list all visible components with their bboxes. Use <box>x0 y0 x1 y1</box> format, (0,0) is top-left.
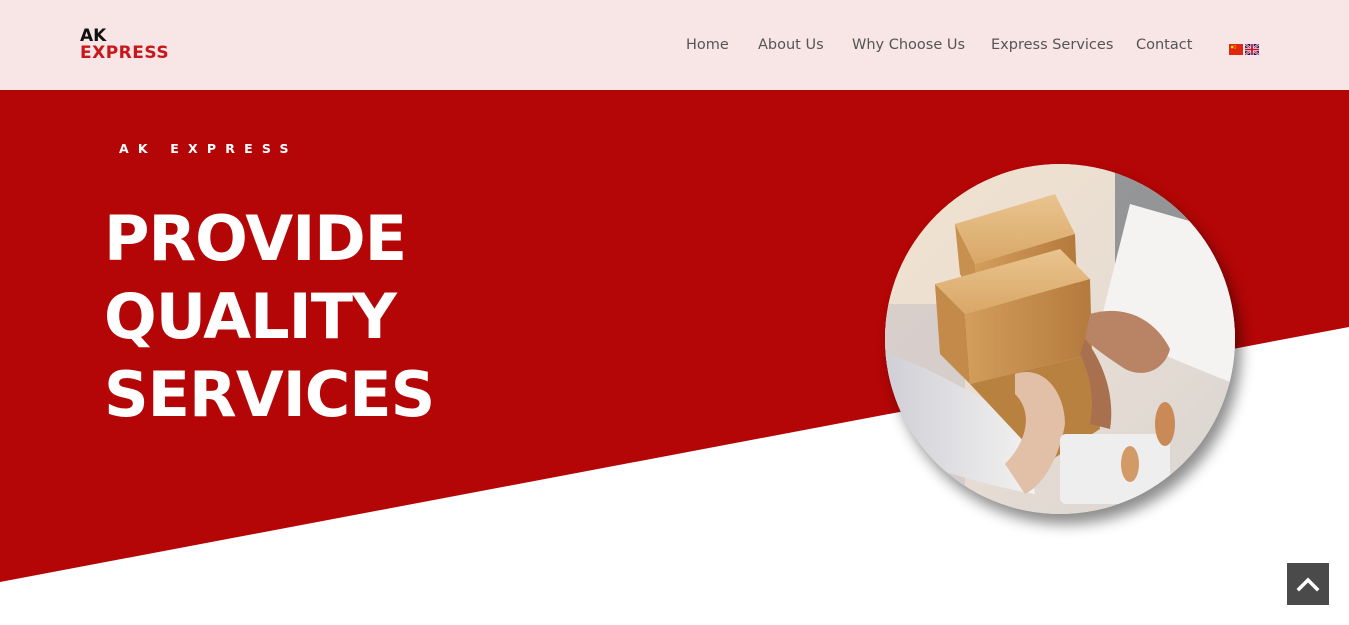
nav-home[interactable]: Home <box>686 37 729 53</box>
site-header: AK EXPRESS Home About Us Why Choose Us E… <box>0 0 1349 90</box>
uk-flag-icon[interactable] <box>1244 42 1260 56</box>
china-flag-icon[interactable] <box>1229 42 1243 55</box>
chevron-up-icon <box>1296 577 1320 592</box>
nav-why-choose-us[interactable]: Why Choose Us <box>852 37 965 53</box>
package-handover-photo <box>885 164 1235 514</box>
hero-title-line-2: QUALITY <box>104 280 397 353</box>
hero-section: AK EXPRESS PROVIDE QUALITY SERVICES <box>0 90 1349 625</box>
nav-express-services[interactable]: Express Services <box>991 37 1113 53</box>
hero-title: PROVIDE QUALITY SERVICES <box>104 200 624 434</box>
hero-title-line-1: PROVIDE <box>104 202 407 275</box>
hero-title-line-3: SERVICES <box>104 358 435 431</box>
hero-kicker: AK EXPRESS <box>119 141 298 156</box>
logo-line-2: EXPRESS <box>80 43 170 63</box>
nav-contact[interactable]: Contact <box>1136 37 1192 53</box>
nav-about-us[interactable]: About Us <box>758 37 824 53</box>
logo[interactable]: AK EXPRESS <box>80 28 172 64</box>
back-to-top-button[interactable] <box>1287 563 1329 605</box>
